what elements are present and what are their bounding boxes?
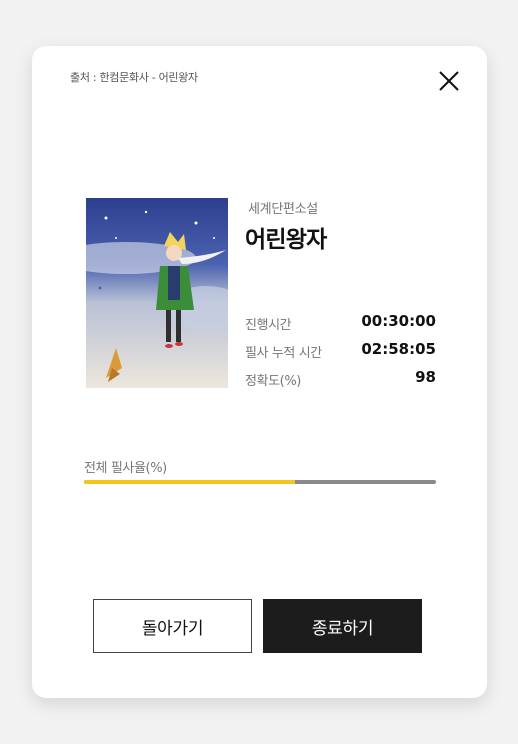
stat-label: 정확도(%) [245,374,301,389]
book-cover-image [86,198,228,388]
source-text: 출처 : 한컴문화사 - 어린왕자 [70,71,198,84]
stat-value: 00:30:00 [361,312,436,330]
book-title: 어린왕자 [245,227,327,253]
progress-bar [84,480,436,484]
close-icon [439,71,459,91]
book-category: 세계단편소설 [248,202,318,217]
stat-value: 98 [415,368,436,386]
end-button[interactable]: 종료하기 [263,599,422,653]
stat-row-elapsed: 진행시간 00:30:00 [245,312,436,333]
progress-label: 전체 필사율(%) [84,461,167,476]
progress-bar-fill [84,480,296,484]
stat-label: 진행시간 [245,318,292,333]
close-button[interactable] [434,66,464,96]
result-modal: 출처 : 한컴문화사 - 어린왕자 세계단편소설 어린왕자 진행시간 00:30… [32,46,487,698]
stat-row-accuracy: 정확도(%) 98 [245,368,436,389]
stat-value: 02:58:05 [361,340,436,358]
stat-label: 필사 누적 시간 [245,346,322,361]
back-button[interactable]: 돌아가기 [93,599,252,653]
stat-row-total-time: 필사 누적 시간 02:58:05 [245,340,436,361]
